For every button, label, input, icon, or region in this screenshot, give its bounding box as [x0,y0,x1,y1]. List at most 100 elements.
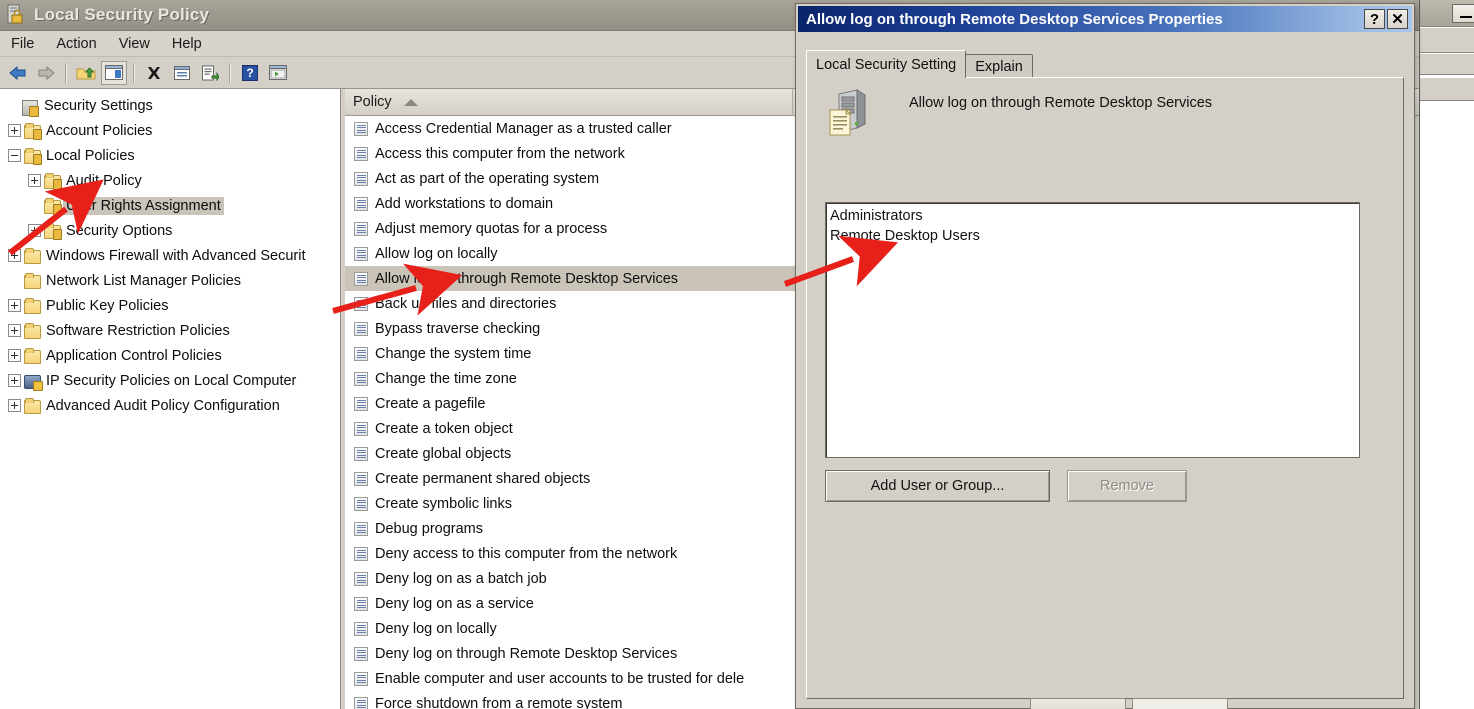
tree-item-security-options[interactable]: Security Options [0,218,340,243]
policy-name: Bypass traverse checking [375,320,541,337]
cancel-button[interactable] [1132,698,1228,709]
dialog-window-controls: ? ✕ [1362,9,1408,29]
dialog-title: Allow log on through Remote Desktop Serv… [806,10,1223,28]
tab-local-security-setting[interactable]: Local Security Setting [806,50,967,78]
dialog-titlebar[interactable]: Allow log on through Remote Desktop Serv… [798,6,1412,32]
console-tree-pane: Security Settings Account Policies Local P… [0,89,341,709]
tree-item-network-list-manager-policies[interactable]: Network List Manager Policies [0,268,340,293]
background-window [1419,0,1474,709]
assigned-accounts-listbox[interactable]: Administrators Remote Desktop Users [825,202,1360,458]
policy-icon [354,221,368,236]
close-icon[interactable]: ✕ [1387,9,1408,29]
policy-icon [354,121,368,136]
folder-icon [24,248,41,264]
tree-item-audit-policy[interactable]: Audit Policy [0,168,340,193]
tree-item-public-key-policies[interactable]: Public Key Policies [0,293,340,318]
policy-name: Add workstations to domain [375,195,554,212]
policy-icon [354,246,368,261]
folder-icon [24,273,41,289]
menu-action[interactable]: Action [45,34,107,54]
policy-name: Debug programs [375,520,483,537]
new-window-icon[interactable] [265,61,291,85]
tree-item-label: Windows Firewall with Advanced Securit [46,247,306,264]
expand-icon[interactable] [8,399,21,412]
policy-name: Create global objects [375,445,512,462]
list-item[interactable]: Remote Desktop Users [828,226,1359,246]
expand-icon[interactable] [8,124,21,137]
tree-item-ip-security-policies-on-local-computer[interactable]: IP Security Policies on Local Computer [0,368,340,393]
background-minimize-button[interactable] [1452,4,1474,23]
local-security-setting-panel: Allow log on through Remote Desktop Serv… [806,77,1404,699]
background-window-titlebar [1420,0,1474,27]
expand-icon[interactable] [8,249,21,262]
screen-root: Local Security Policy File Action View H… [0,0,1474,709]
delete-icon[interactable] [141,61,167,85]
policy-icon [354,621,368,636]
show-hide-tree-icon[interactable] [101,60,127,85]
tree-item-security-settings[interactable]: Security Settings [0,93,340,118]
tree-item-local-policies[interactable]: Local Policies [0,143,340,168]
tree-item-advanced-audit-policy-configuration[interactable]: Advanced Audit Policy Configuration [0,393,340,418]
folder-icon [24,398,41,414]
collapse-icon[interactable] [8,149,21,162]
policy-name-label: Allow log on through Remote Desktop Serv… [909,95,1213,111]
list-item[interactable]: Administrators [828,206,1359,226]
column-header-label: Policy [353,94,392,110]
expand-icon[interactable] [28,224,41,237]
tree-item-windows-firewall-with-advanced-securit[interactable]: Windows Firewall with Advanced Securit [0,243,340,268]
properties-icon[interactable] [169,61,195,85]
tree-item-user-rights-assignment[interactable]: User Rights Assignment [0,193,340,218]
tree-item-label: Software Restriction Policies [46,322,230,339]
policy-icon [354,696,368,709]
policy-icon [354,521,368,536]
tree-item-label: Application Control Policies [46,347,222,364]
security-settings-icon [22,98,39,117]
tree-item-label: Public Key Policies [46,297,169,314]
help-button[interactable]: ? [1364,9,1385,29]
toolbar-separator [229,62,231,83]
policy-properties-dialog: Allow log on through Remote Desktop Serv… [795,3,1415,709]
tree-item-application-control-policies[interactable]: Application Control Policies [0,343,340,368]
menu-help[interactable]: Help [161,34,213,54]
up-folder-icon[interactable] [73,61,99,85]
ok-button[interactable] [1030,698,1126,709]
menu-file[interactable]: File [0,34,45,54]
expand-icon[interactable] [8,324,21,337]
expand-icon[interactable] [8,299,21,312]
export-list-icon[interactable] [197,61,223,85]
policy-name: Deny log on locally [375,620,497,637]
expand-icon[interactable] [28,174,41,187]
folder-lock-icon [44,223,62,240]
policy-icon [354,421,368,436]
folder-icon [24,348,41,364]
expand-icon[interactable] [8,374,21,387]
policy-icon [354,496,368,511]
tree-item-label: Security Settings [44,97,153,114]
folder-lock-icon [44,198,62,215]
help-icon[interactable]: ? [237,61,263,85]
add-user-or-group-button[interactable]: Add User or Group... [825,470,1050,502]
tree-item-software-restriction-policies[interactable]: Software Restriction Policies [0,318,340,343]
menu-view[interactable]: View [108,34,161,54]
tree-item-label: Audit Policy [66,172,142,189]
column-header-policy[interactable]: Policy [345,89,793,116]
policy-name: Allow log on locally [375,245,498,262]
expand-icon[interactable] [8,349,21,362]
policy-name: Adjust memory quotas for a process [375,220,608,237]
svg-text:?: ? [246,66,253,80]
background-window-strip [1420,78,1474,101]
tree-item-account-policies[interactable]: Account Policies [0,118,340,143]
tree-item-label: Local Policies [46,147,135,164]
tab-explain[interactable]: Explain [965,54,1033,78]
back-arrow-icon[interactable] [5,61,31,85]
policy-icon [354,546,368,561]
tree-item-label: Security Options [66,222,173,239]
policy-name: Deny access to this computer from the ne… [375,545,678,562]
policy-name: Allow log on through Remote Desktop Serv… [375,270,679,287]
forward-arrow-icon[interactable] [33,61,59,85]
policy-icon [354,146,368,161]
sort-ascending-icon [403,98,418,106]
toolbar-separator [65,62,67,83]
